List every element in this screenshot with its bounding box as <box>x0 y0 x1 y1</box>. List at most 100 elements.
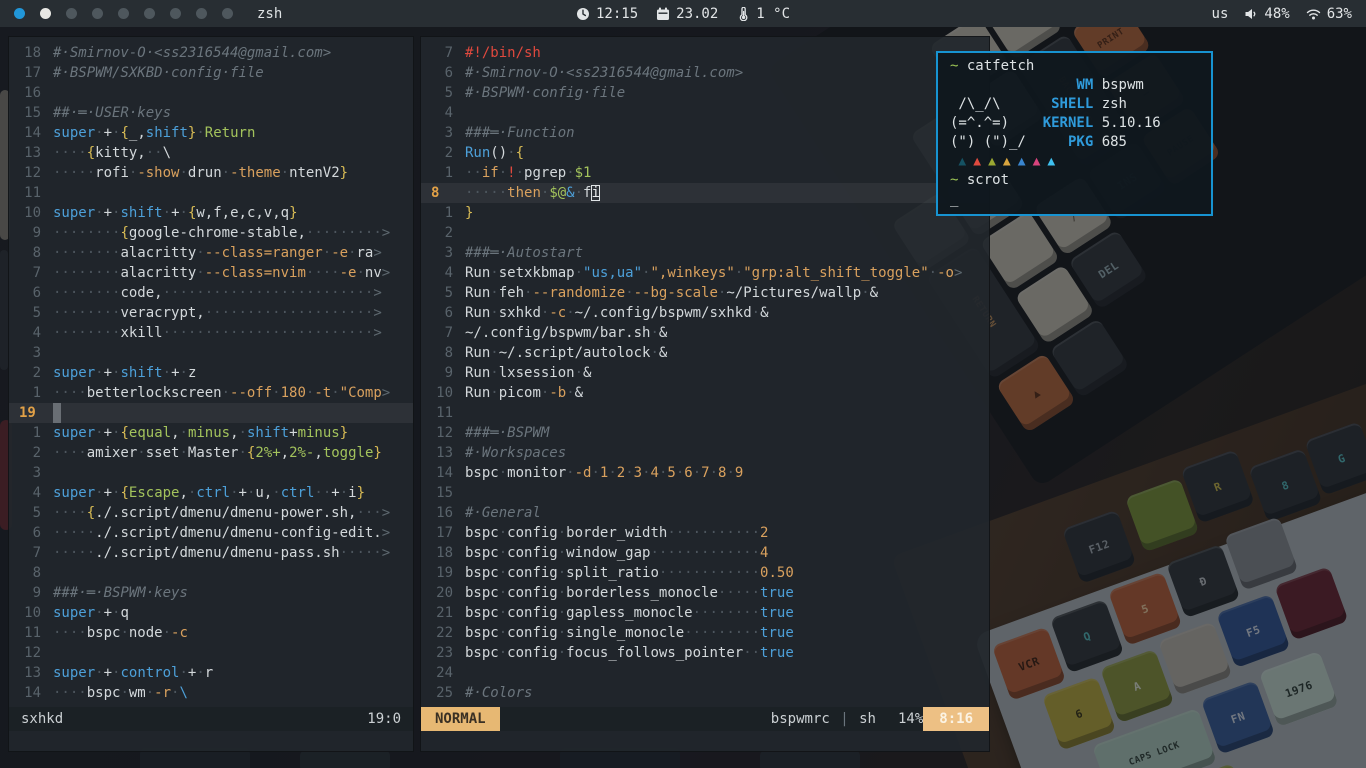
code-line: 20bspc·config·borderless_monocle·····tru… <box>421 583 989 603</box>
line-number: 18 <box>9 43 53 63</box>
code-line: 8 <box>9 563 413 583</box>
workspace-dot-empty[interactable] <box>66 8 77 19</box>
line-number: 20 <box>421 583 465 603</box>
line-number: 16 <box>9 83 53 103</box>
workspace-dot-empty[interactable] <box>118 8 129 19</box>
workspace-dot-empty[interactable] <box>144 8 155 19</box>
terminal-cursor: _ <box>950 191 958 207</box>
layout-text: us <box>1212 6 1229 22</box>
line-number: 7 <box>421 323 465 343</box>
code-line: 3 <box>9 463 413 483</box>
volume-text: 48% <box>1264 6 1289 22</box>
code-line: 6Run·sxhkd·-c·~/.config/bspwm/sxhkd·& <box>421 303 989 323</box>
clock-module[interactable]: 12:15 <box>576 6 638 22</box>
code-line: 4········xkill·························> <box>9 323 413 343</box>
fetch-terminal-window[interactable]: ~ catfetch WM bspwm /\_/\SHELL zsh(=^.^=… <box>936 51 1213 216</box>
line-number: 13 <box>421 443 465 463</box>
line-number: 10 <box>421 383 465 403</box>
right-editor-window[interactable]: 7#!/bin/sh6#·Smirnov-O·<ss2316544@gmail.… <box>420 36 990 752</box>
line-number: 25 <box>421 683 465 703</box>
line-number: 4 <box>9 323 53 343</box>
code-line: 15##·═·USER·keys <box>9 103 413 123</box>
code-line: 5#·BSPWM·config·file <box>421 83 989 103</box>
shell-prompt-line-2: ~ scrot <box>950 171 1199 190</box>
line-number: 3 <box>421 123 465 143</box>
code-line: 11····bspc·node·-c <box>9 623 413 643</box>
network-module[interactable]: 63% <box>1306 6 1352 22</box>
line-number: 19 <box>9 403 53 423</box>
line-number: 8 <box>9 243 53 263</box>
line-number: 15 <box>421 483 465 503</box>
left-editor-window[interactable]: 18#·Smirnov-O·<ss2316544@gmail.com>17#·B… <box>8 36 414 752</box>
shell-prompt-line: ~ catfetch <box>950 57 1199 76</box>
line-number: 9 <box>421 363 465 383</box>
line-number: 8 <box>9 563 53 583</box>
code-line: 7········alacritty·--class=nvim····-e·nv… <box>9 263 413 283</box>
statusline-right-group: bspwmrc | sh 14% <box>771 711 923 727</box>
code-line: 5········veracrypt,····················> <box>9 303 413 323</box>
code-line: 14bspc·monitor·-d·1·2·3·4·5·6·7·8·9 <box>421 463 989 483</box>
code-line: 7#!/bin/sh <box>421 43 989 63</box>
vim-mode-badge: NORMAL <box>421 707 500 731</box>
thermometer-icon <box>736 7 750 21</box>
left-editor-statusline: sxhkd 19:0 <box>9 707 413 731</box>
bar-right-modules: us 48% 63% <box>1212 6 1352 22</box>
workspace-dot-empty[interactable] <box>170 8 181 19</box>
statusline-file-group: bspwmrc | sh <box>771 711 876 727</box>
code-line: 13····{kitty,··\ <box>9 143 413 163</box>
temperature-module[interactable]: 1 °C <box>736 6 790 22</box>
code-line: 19 <box>9 403 413 423</box>
workspace-dot-occupied[interactable] <box>40 8 51 19</box>
line-number: 23 <box>421 643 465 663</box>
code-line: 5Run·feh·--randomize·--bg-scale·~/Pictur… <box>421 283 989 303</box>
right-editor-buffer[interactable]: 7#!/bin/sh6#·Smirnov-O·<ss2316544@gmail.… <box>421 37 989 707</box>
line-number: 14 <box>9 683 53 703</box>
date-module[interactable]: 23.02 <box>656 6 718 22</box>
code-line: 9········{google-chrome-stable,·········… <box>9 223 413 243</box>
statusline-position: 19:0 <box>367 711 401 727</box>
volume-module[interactable]: 48% <box>1244 6 1289 22</box>
color-flag-triangle: ▲ <box>1033 152 1041 171</box>
code-line: 6·····./.script/dmenu/dmenu-config-edit.… <box>9 523 413 543</box>
line-number: 9 <box>9 223 53 243</box>
line-number: 22 <box>421 623 465 643</box>
code-line: 17bspc·config·border_width···········2 <box>421 523 989 543</box>
line-number: 8 <box>421 183 465 203</box>
workspace-dots <box>14 8 233 19</box>
calendar-icon <box>656 7 670 21</box>
line-number: 10 <box>9 603 53 623</box>
terminal-cursor-line: _ <box>950 190 1199 209</box>
line-number: 17 <box>421 523 465 543</box>
fetch-info-row: /\_/\SHELL zsh <box>950 95 1199 114</box>
fetch-info-row: WM bspwm <box>950 76 1199 95</box>
line-number: 5 <box>9 503 53 523</box>
workspace-dot-empty[interactable] <box>196 8 207 19</box>
color-flag-triangle: ▲ <box>1018 152 1026 171</box>
code-line: 2Run()·{ <box>421 143 989 163</box>
code-line: 1super·+·{equal,·minus,·shift+minus} <box>9 423 413 443</box>
code-line: 9###·═·BSPWM·keys <box>9 583 413 603</box>
code-line: 10super·+·q <box>9 603 413 623</box>
code-line: 7~/.config/bspwm/bar.sh·& <box>421 323 989 343</box>
line-number: 14 <box>9 123 53 143</box>
statusline-filename: sxhkd <box>21 711 63 727</box>
line-number: 4 <box>421 263 465 283</box>
code-line: 17#·BSPWM/SXKBD·config·file <box>9 63 413 83</box>
line-number: 6 <box>421 303 465 323</box>
code-line: 1··if·!·pgrep·$1 <box>421 163 989 183</box>
bar-center-modules: 12:15 23.02 1 °C <box>576 6 790 22</box>
code-line: 10Run·picom·-b·& <box>421 383 989 403</box>
line-number: 2 <box>9 363 53 383</box>
line-number: 4 <box>421 103 465 123</box>
keyboard-layout-module[interactable]: us <box>1212 6 1229 22</box>
line-number: 10 <box>9 203 53 223</box>
line-number: 5 <box>421 283 465 303</box>
line-number: 11 <box>9 183 53 203</box>
date-text: 23.02 <box>676 6 718 22</box>
workspace-dot-empty[interactable] <box>222 8 233 19</box>
workspace-dot-active[interactable] <box>14 8 25 19</box>
workspace-dot-empty[interactable] <box>92 8 103 19</box>
line-number: 7 <box>9 543 53 563</box>
left-editor-buffer[interactable]: 18#·Smirnov-O·<ss2316544@gmail.com>17#·B… <box>9 37 413 707</box>
code-line: 9Run·lxsession·& <box>421 363 989 383</box>
